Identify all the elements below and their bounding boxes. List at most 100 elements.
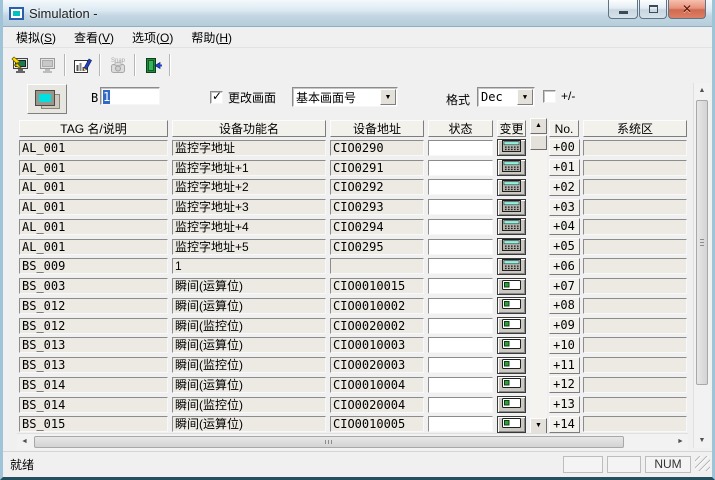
close-button[interactable]: ✕ <box>668 0 706 19</box>
snapshot-button: Snap <box>104 53 131 78</box>
table-vertical-scrollbar[interactable]: ▲ ▼ <box>530 118 547 434</box>
cell-state[interactable] <box>428 278 493 294</box>
cell-state[interactable] <box>428 397 493 413</box>
screen-prefix-label: B <box>91 91 98 105</box>
horizontal-scrollbar[interactable]: ◄ ► <box>17 433 688 450</box>
screen-number-value: 1 <box>103 90 110 104</box>
menu-item-options[interactable]: 选项(O) <box>123 27 182 48</box>
cell-sys <box>583 239 687 255</box>
keypad-icon <box>502 259 521 274</box>
scroll-right-icon[interactable]: ► <box>673 435 688 449</box>
change-value-button[interactable] <box>497 317 526 334</box>
change-screen-checkbox[interactable] <box>210 91 223 104</box>
row-number-cell: +05 <box>549 238 580 255</box>
table-row: AL_001监控字地址CIO0290+00 <box>17 138 689 158</box>
menu-item-simulate[interactable]: 模拟(S) <box>7 27 65 48</box>
maximize-button[interactable] <box>639 0 667 19</box>
cell-state[interactable] <box>428 199 493 215</box>
vertical-scroll-thumb[interactable] <box>696 100 708 385</box>
change-value-button[interactable] <box>497 139 526 156</box>
cell-tag: AL_001 <box>19 179 168 195</box>
cell-state[interactable] <box>428 258 493 274</box>
cell-state[interactable] <box>428 239 493 255</box>
cell-sys <box>583 318 687 334</box>
cell-state[interactable] <box>428 140 493 156</box>
change-value-button[interactable] <box>497 416 526 433</box>
scroll-down-icon[interactable]: ▼ <box>695 433 709 448</box>
cell-state[interactable] <box>428 318 493 334</box>
screen-select-button[interactable] <box>27 84 67 114</box>
scroll-grip-icon <box>700 239 704 247</box>
bit-switch-icon <box>502 318 521 333</box>
sign-label: +/- <box>561 89 575 103</box>
bit-switch-icon <box>502 279 521 294</box>
run-simulation-button[interactable] <box>7 53 34 78</box>
change-value-button[interactable] <box>497 396 526 413</box>
change-value-button[interactable] <box>497 278 526 295</box>
scroll-up-icon[interactable]: ▲ <box>530 118 547 134</box>
row-number-cell: +13 <box>549 396 580 413</box>
cell-sys <box>583 357 687 373</box>
bit-switch-icon <box>502 358 521 373</box>
cell-state[interactable] <box>428 357 493 373</box>
chevron-down-icon[interactable]: ▼ <box>380 89 396 105</box>
exit-door-icon <box>142 56 163 75</box>
bit-switch-icon <box>502 377 521 392</box>
maximize-icon <box>649 5 658 13</box>
header-change: 变更 <box>497 120 526 137</box>
change-value-button[interactable] <box>497 199 526 216</box>
horizontal-scroll-thumb[interactable] <box>34 436 624 448</box>
title-bar[interactable]: Simulation - ✕ <box>3 0 712 27</box>
scroll-down-icon[interactable]: ▼ <box>530 418 547 434</box>
change-value-button[interactable] <box>497 159 526 176</box>
toolbar-separator <box>64 54 66 76</box>
cell-state[interactable] <box>428 337 493 353</box>
change-value-button[interactable] <box>497 337 526 354</box>
change-value-button[interactable] <box>497 376 526 393</box>
chevron-down-icon[interactable]: ▼ <box>517 89 533 105</box>
screen-number-input[interactable]: 1 <box>100 87 160 105</box>
change-value-button[interactable] <box>497 357 526 374</box>
report-button[interactable] <box>69 53 96 78</box>
cell-addr: CIO0010004 <box>330 377 424 393</box>
change-value-button[interactable] <box>497 179 526 196</box>
scroll-left-icon[interactable]: ◄ <box>17 435 32 449</box>
keypad-icon <box>502 200 521 215</box>
cell-addr: CIO0020004 <box>330 397 424 413</box>
status-pane <box>563 456 603 473</box>
bit-switch-icon <box>502 298 521 313</box>
screen-type-dropdown[interactable]: 基本画面号 ▼ <box>292 87 398 107</box>
cell-state[interactable] <box>428 160 493 176</box>
menu-item-view[interactable]: 查看(V) <box>65 27 123 48</box>
scroll-up-icon[interactable]: ▲ <box>695 83 709 98</box>
menu-item-help[interactable]: 帮助(H) <box>182 27 241 48</box>
change-value-button[interactable] <box>497 218 526 235</box>
window-vertical-scrollbar[interactable]: ▲ ▼ <box>693 83 710 448</box>
cell-tag: BS_015 <box>19 416 168 432</box>
sign-checkbox[interactable] <box>543 90 556 103</box>
cell-addr: CIO0010003 <box>330 337 424 353</box>
exit-button[interactable] <box>139 53 166 78</box>
status-bar: 就绪 NUM <box>3 451 712 477</box>
change-value-button[interactable] <box>497 238 526 255</box>
cell-state[interactable] <box>428 219 493 235</box>
change-value-button[interactable] <box>497 258 526 275</box>
toolbar-separator <box>99 54 101 76</box>
table-row: BS_014瞬间(监控位)CIO0020004+13 <box>17 395 689 415</box>
format-dropdown[interactable]: Dec ▼ <box>477 87 535 107</box>
cell-state[interactable] <box>428 179 493 195</box>
table-scroll-thumb[interactable] <box>530 135 547 150</box>
cell-state[interactable] <box>428 377 493 393</box>
cell-sys <box>583 258 687 274</box>
cell-tag: BS_003 <box>19 278 168 294</box>
row-number-cell: +08 <box>549 297 580 314</box>
scroll-grip-icon <box>325 440 333 444</box>
cell-state[interactable] <box>428 416 493 432</box>
cell-state[interactable] <box>428 298 493 314</box>
menu-bar: 模拟(S)查看(V)选项(O)帮助(H) <box>3 27 712 48</box>
change-value-button[interactable] <box>497 297 526 314</box>
minimize-button[interactable] <box>608 0 638 19</box>
resize-grip[interactable] <box>695 456 710 471</box>
header-func: 设备功能名 <box>172 120 326 137</box>
table-row: BS_013瞬间(监控位)CIO0020003+11 <box>17 355 689 375</box>
